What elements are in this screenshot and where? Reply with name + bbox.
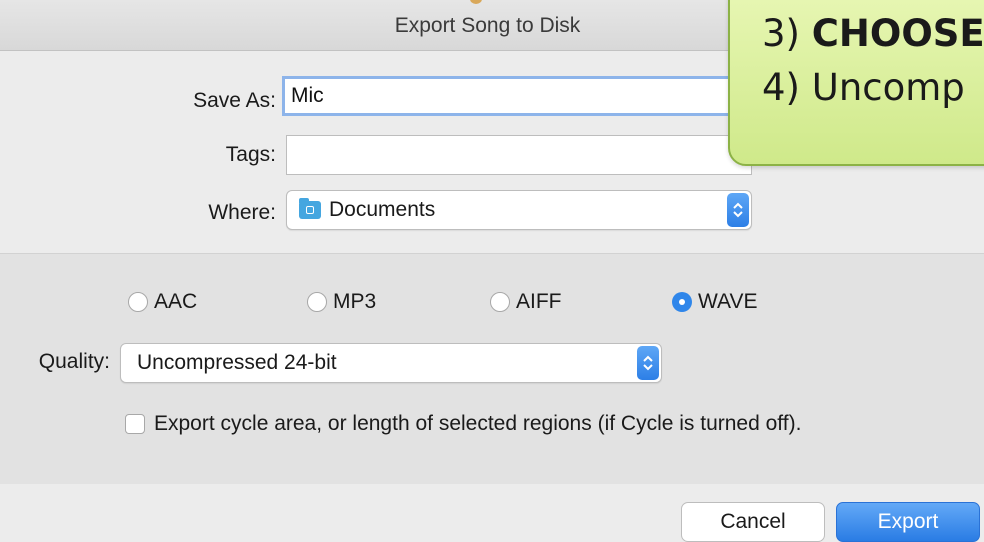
quality-label: Quality:	[38, 350, 110, 373]
tags-label: Tags:	[225, 143, 276, 166]
chevron-up-down-icon	[643, 355, 653, 371]
instruction-callout: 3) CHOOSE 4) Uncomp	[728, 0, 984, 166]
where-popup[interactable]: Documents	[286, 190, 752, 230]
radio-button-aac[interactable]	[128, 292, 148, 312]
save-as-label: Save As:	[193, 89, 276, 112]
quality-value: Uncompressed 24-bit	[137, 351, 337, 374]
where-stepper	[727, 193, 749, 227]
folder-icon	[299, 198, 321, 219]
export-cycle-checkbox[interactable]	[125, 414, 145, 434]
save-as-field[interactable]	[282, 76, 752, 116]
where-value: Documents	[329, 198, 436, 221]
radio-button-aiff[interactable]	[490, 292, 510, 312]
radio-button-mp3[interactable]	[307, 292, 327, 312]
quality-popup[interactable]: Uncompressed 24-bit	[120, 343, 662, 383]
radio-aiff[interactable]: AIFF	[490, 290, 562, 314]
radio-label-wave: WAVE	[698, 290, 758, 313]
callout-line-3-bold: CHOOSE	[811, 12, 984, 55]
radio-aac[interactable]: AAC	[128, 290, 197, 314]
window-control-dot	[470, 0, 482, 4]
export-button[interactable]: Export	[836, 502, 980, 542]
radio-mp3[interactable]: MP3	[307, 290, 376, 314]
radio-button-wave[interactable]	[672, 292, 692, 312]
quality-stepper	[637, 346, 659, 380]
radio-label-aac: AAC	[154, 290, 198, 313]
callout-line-3: 3) CHOOSE	[762, 12, 984, 55]
format-section: AAC MP3 AIFF WAVE Quality: Uncompressed …	[0, 253, 984, 485]
tags-field[interactable]	[286, 135, 752, 175]
callout-line-4: 4) Uncomp	[762, 66, 965, 109]
export-cycle-label: Export cycle area, or length of selected…	[154, 412, 802, 435]
radio-label-mp3: MP3	[333, 290, 377, 313]
dialog-footer: Cancel Export	[0, 484, 984, 542]
chevron-up-down-icon	[733, 202, 743, 218]
cancel-button[interactable]: Cancel	[681, 502, 825, 542]
where-label: Where:	[208, 201, 276, 224]
callout-line-3-prefix: 3)	[762, 12, 812, 55]
radio-label-aiff: AIFF	[516, 290, 562, 313]
radio-wave[interactable]: WAVE	[672, 290, 758, 314]
